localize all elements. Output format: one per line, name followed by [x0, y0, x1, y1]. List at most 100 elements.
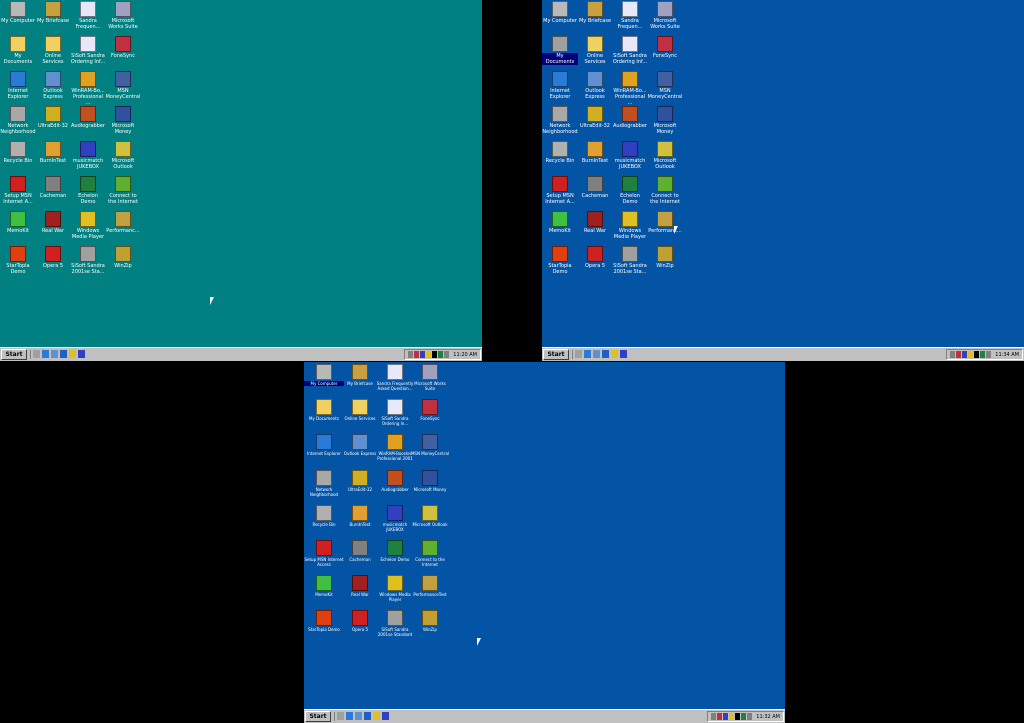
desktop-icon[interactable]: Internet Explorer	[304, 433, 344, 456]
desktop-icon[interactable]: FoneSync	[647, 35, 683, 59]
musicmatch-icon[interactable]	[78, 350, 85, 358]
desktop-icon[interactable]: WinZip	[410, 609, 450, 632]
desktop-icon[interactable]: UltraEdit-32	[340, 469, 380, 492]
desktop-icon[interactable]: musicmatch JUKEBOX	[612, 140, 648, 170]
tray-icon[interactable]	[420, 351, 426, 358]
desktop-icon[interactable]: SiSoft Sandra Ordering Inf...	[612, 35, 648, 65]
desktop-icon[interactable]: Microsoft Outlook	[105, 140, 141, 170]
desktop-icon[interactable]: FoneSync	[105, 35, 141, 59]
clock[interactable]: 11:34 AM	[995, 352, 1019, 358]
desktop-icon[interactable]: Online Services	[577, 35, 613, 65]
channels-icon[interactable]	[364, 712, 371, 720]
media-player-icon[interactable]	[69, 350, 76, 358]
desktop-icon[interactable]: Microsoft Outlook	[410, 504, 450, 527]
desktop-icon[interactable]: BurnInTest	[577, 140, 613, 164]
volume-icon[interactable]	[444, 351, 450, 358]
desktop-icon[interactable]: StarTopia Demo	[0, 245, 36, 275]
desktop-icon[interactable]: Connect to the Internet	[410, 539, 450, 567]
tray-icon[interactable]	[723, 713, 729, 720]
desktop-icon[interactable]: UltraEdit-32	[577, 105, 613, 129]
desktop-icon[interactable]: Outlook Express	[577, 70, 613, 100]
desktop-icon[interactable]: WinZip	[647, 245, 683, 269]
desktop-icon[interactable]: WinRAM-Bo... Professional ...	[612, 70, 648, 106]
tray-icon[interactable]	[741, 713, 747, 720]
desktop-icon[interactable]: Echelon Demo	[375, 539, 415, 562]
tray-icon[interactable]	[426, 351, 432, 358]
desktop-icon[interactable]: UltraEdit-32	[35, 105, 71, 129]
desktop-icon[interactable]: My Computer	[542, 0, 578, 24]
desktop-icon[interactable]: FoneSync	[410, 398, 450, 421]
desktop-icon[interactable]: Cacheman	[577, 175, 613, 199]
desktop-icon[interactable]: WinRAM-Booster Professional 2001	[375, 433, 415, 461]
desktop-icon[interactable]: My Briefcase	[577, 0, 613, 24]
desktop-icon[interactable]: Sandra Frequen...	[612, 0, 648, 30]
desktop-icon[interactable]: Microsoft Works Suite	[105, 0, 141, 30]
channels-icon[interactable]	[602, 350, 609, 358]
show-desktop-icon[interactable]	[337, 712, 344, 720]
desktop-icon[interactable]: StarTopia Demo	[304, 609, 344, 632]
desktop-icon[interactable]: MemoKit	[304, 574, 344, 597]
desktop-icon[interactable]: Opera 5	[35, 245, 71, 269]
tray-icon[interactable]	[414, 351, 420, 358]
desktop-icon[interactable]: Internet Explorer	[0, 70, 36, 100]
desktop-icon[interactable]: MSN MoneyCentral	[105, 70, 141, 100]
musicmatch-icon[interactable]	[620, 350, 627, 358]
musicmatch-icon[interactable]	[382, 712, 389, 720]
desktop-icon[interactable]: Setup MSN Internet Access	[304, 539, 344, 567]
desktop-icon[interactable]: Real War	[340, 574, 380, 597]
desktop-icon[interactable]: Recycle Bin	[304, 504, 344, 527]
clock[interactable]: 11:20 AM	[453, 352, 477, 358]
desktop-icon[interactable]: Real War	[35, 210, 71, 234]
show-desktop-icon[interactable]	[33, 350, 40, 358]
desktop-icon[interactable]: Cacheman	[340, 539, 380, 562]
desktop-icon[interactable]: StarTopia Demo	[542, 245, 578, 275]
desktop-icon[interactable]: Windows Media Player	[375, 574, 415, 602]
desktop-icon[interactable]: musicmatch JUKEBOX	[70, 140, 106, 170]
desktop-icon[interactable]: Recycle Bin	[542, 140, 578, 164]
desktop-icon[interactable]: MemoKit	[0, 210, 36, 234]
desktop-icon[interactable]: Online Services	[340, 398, 380, 421]
desktop-icon[interactable]: My Briefcase	[35, 0, 71, 24]
desktop-icon[interactable]: Sandra Frequen...	[70, 0, 106, 30]
desktop-icon[interactable]: BurnInTest	[35, 140, 71, 164]
outlook-express-icon[interactable]	[593, 350, 600, 358]
desktop-icon[interactable]: Performanc...	[105, 210, 141, 234]
tray-icon[interactable]	[711, 713, 717, 720]
desktop-icon[interactable]: Setup MSN Internet A...	[542, 175, 578, 205]
volume-icon[interactable]	[747, 713, 753, 720]
desktop-icon[interactable]: Network Neighborhood	[542, 105, 578, 135]
tray-icon[interactable]	[950, 351, 956, 358]
desktop-icon[interactable]: Recycle Bin	[0, 140, 36, 164]
tray-icon[interactable]	[408, 351, 414, 358]
tray-icon[interactable]	[438, 351, 444, 358]
desktop-icon[interactable]: MSN MoneyCentral	[647, 70, 683, 100]
desktop-icon[interactable]: MSN MoneyCentral	[410, 433, 450, 456]
desktop-icon[interactable]: Outlook Express	[340, 433, 380, 456]
desktop-icon[interactable]: Sandra Frequently Asked Question...	[375, 363, 415, 391]
desktop-icon[interactable]: My Computer	[304, 363, 344, 386]
tray-icon[interactable]	[432, 351, 438, 358]
desktop-icon[interactable]: WinZip	[105, 245, 141, 269]
desktop-icon[interactable]: Real War	[577, 210, 613, 234]
desktop-icon[interactable]: PerformanceTest	[410, 574, 450, 597]
desktop-icon[interactable]: Audiograbber	[375, 469, 415, 492]
desktop-icon[interactable]: Microsoft Money	[105, 105, 141, 135]
desktop-icon[interactable]: Opera 5	[577, 245, 613, 269]
desktop-icon[interactable]: SiSoft Sandra 2001se Standard	[375, 609, 415, 637]
clock[interactable]: 11:32 AM	[756, 714, 780, 720]
desktop-icon[interactable]: My Computer	[0, 0, 36, 24]
desktop-icon[interactable]: Windows Media Player	[70, 210, 106, 240]
show-desktop-icon[interactable]	[575, 350, 582, 358]
desktop-icon[interactable]: Microsoft Outlook	[647, 140, 683, 170]
tray-icon[interactable]	[729, 713, 735, 720]
desktop-icon[interactable]: Opera 5	[340, 609, 380, 632]
desktop-icon[interactable]: SiSoft Sandra 2001se Sta...	[612, 245, 648, 275]
desktop-icon[interactable]: Online Services	[35, 35, 71, 65]
tray-icon[interactable]	[974, 351, 980, 358]
desktop-icon[interactable]: My Documents	[0, 35, 36, 65]
desktop-icon[interactable]: musicmatch JUKEBOX	[375, 504, 415, 532]
ie-icon[interactable]	[346, 712, 353, 720]
desktop-icon[interactable]: Audiograbber	[70, 105, 106, 129]
ie-icon[interactable]	[42, 350, 49, 358]
desktop-icon[interactable]: Outlook Express	[35, 70, 71, 100]
